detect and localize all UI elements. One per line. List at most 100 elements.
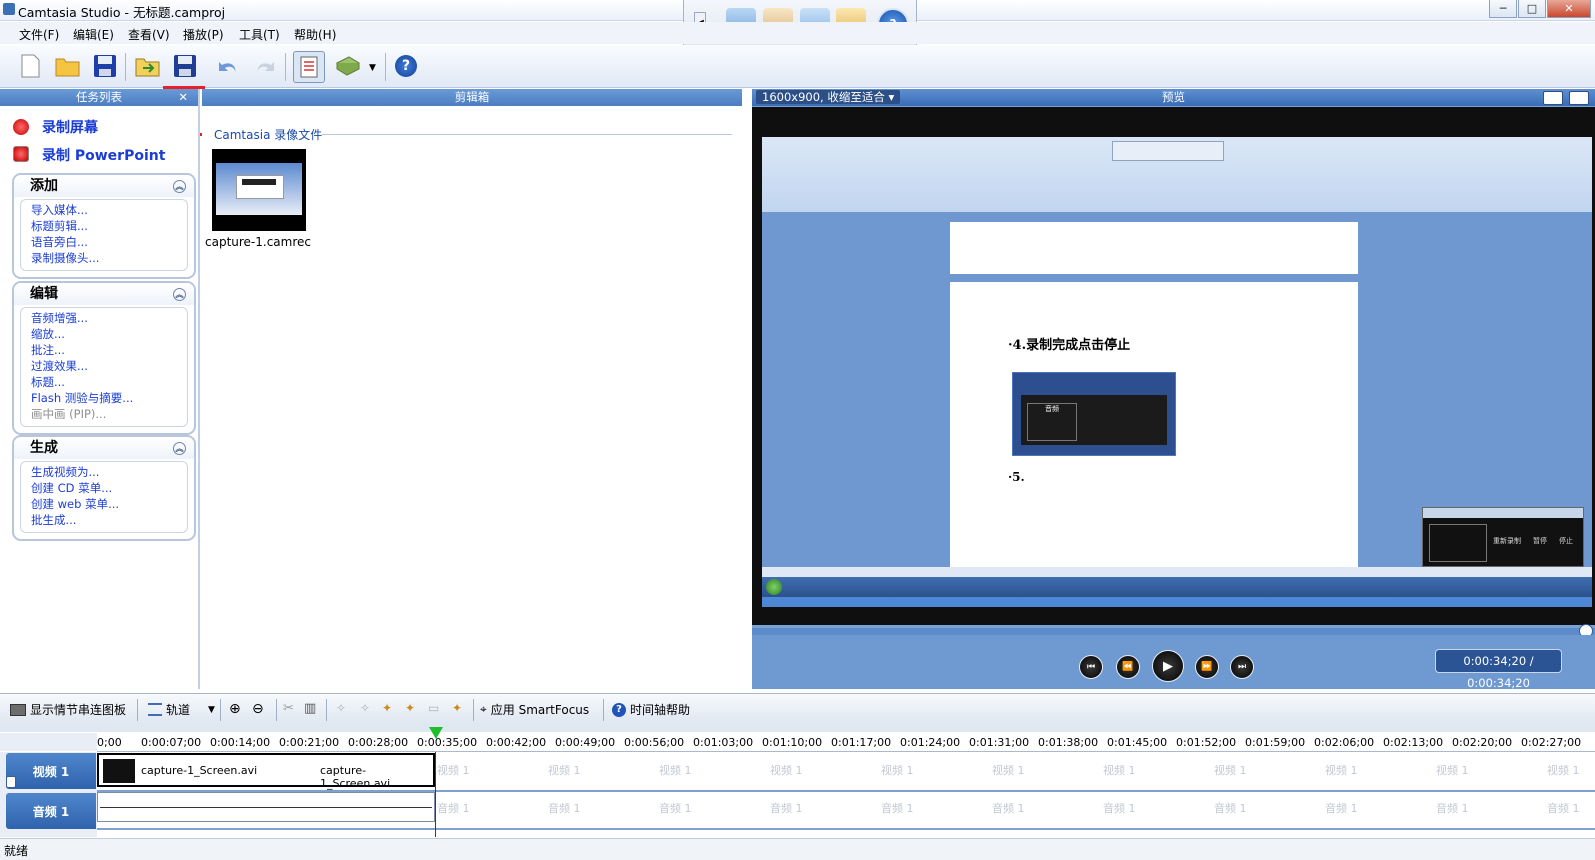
menu-view[interactable]: 查看(V) — [128, 26, 170, 43]
maximize-button[interactable]: □ — [1518, 0, 1546, 18]
preview-title: 预览 — [1162, 90, 1185, 104]
ruler-tick: 0:01:24;00 — [900, 736, 961, 749]
ruler-tick: 0:00:35;00 — [417, 736, 478, 749]
smartfocus-button[interactable]: ⌖ 应用 SmartFocus — [480, 701, 589, 718]
record-powerpoint-link[interactable]: 录制 PowerPoint — [42, 145, 165, 165]
new-icon[interactable] — [15, 51, 45, 81]
playhead-marker[interactable] — [429, 727, 443, 739]
import-media-link[interactable]: 导入媒体... — [31, 202, 187, 218]
edit-group-header[interactable]: 编辑 ︽ — [14, 283, 194, 305]
zoom-out-icon[interactable]: ⊖ — [252, 701, 264, 717]
video-track-label[interactable]: 视频 1 — [6, 753, 96, 789]
timeline-help-button[interactable]: ? 时间轴帮助 — [612, 701, 690, 718]
callout-tool-icon[interactable]: ✧ — [360, 701, 370, 715]
audio-track-label[interactable]: 音频 1 — [6, 793, 96, 829]
save-icon[interactable] — [90, 51, 120, 81]
fullscreen-icon[interactable] — [1569, 91, 1589, 105]
toolbar-separator — [473, 699, 474, 721]
menu-tools[interactable]: 工具(T) — [239, 26, 280, 43]
voice-narration-link[interactable]: 语音旁白... — [31, 234, 187, 250]
time-ruler[interactable]: 0;00 0:00:07;00 0:00:14;00 0:00:21;00 0:… — [97, 727, 1595, 752]
batch-produce-link[interactable]: 批生成... — [31, 512, 187, 528]
section-label: Camtasia 录像文件 — [214, 128, 323, 142]
dropdown-arrow-icon[interactable]: ▼ — [208, 705, 215, 715]
close-icon[interactable]: ✕ — [178, 89, 188, 106]
produce-group-header[interactable]: 生成 ︽ — [14, 437, 194, 459]
seek-bar[interactable] — [752, 624, 1595, 638]
toolbar-separator — [137, 699, 138, 721]
smartfocus-icon: ⌖ — [480, 702, 487, 716]
help-icon[interactable]: ? — [391, 51, 421, 81]
zoom-pan-icon[interactable]: ✦ — [382, 701, 392, 715]
collapse-icon[interactable]: ︽ — [173, 180, 186, 193]
menu-play[interactable]: 播放(P) — [183, 26, 224, 43]
quiz-icon[interactable]: ✦ — [452, 701, 462, 715]
record-screen-link[interactable]: 录制屏幕 — [42, 117, 98, 137]
doc-line-4: ·4.录制完成点击停止 — [1008, 338, 1131, 353]
produce-video-link[interactable]: 生成视频为... — [31, 464, 187, 480]
word-statusbar — [762, 567, 1592, 577]
undo-icon[interactable] — [213, 51, 243, 81]
transition-tool-icon[interactable]: ✦ — [405, 701, 415, 715]
ruler-tick: 0:01:38;00 — [1038, 736, 1099, 749]
rewind-icon[interactable]: ⏪ — [1116, 655, 1140, 679]
toolbar-separator — [326, 699, 327, 721]
clip-bin-icon[interactable] — [333, 51, 363, 81]
close-button[interactable]: ✕ — [1547, 0, 1591, 18]
zoom-in-icon[interactable]: ⊕ — [229, 701, 241, 717]
go-start-icon[interactable]: ⏮ — [1079, 655, 1103, 679]
create-cd-menu-link[interactable]: 创建 CD 菜单... — [31, 480, 187, 496]
go-end-icon[interactable]: ⏭ — [1230, 655, 1254, 679]
cut-icon[interactable]: ✂ — [283, 701, 294, 716]
menu-file[interactable]: 文件(F) — [19, 26, 59, 43]
fast-forward-icon[interactable]: ⏩ — [1195, 655, 1219, 679]
storyboard-button[interactable]: 显示情节串连图板 — [10, 701, 126, 718]
add-group: 添加 ︽ 导入媒体... 标题剪辑... 语音旁白... 录制摄像头... — [12, 173, 196, 279]
task-pane-title: 任务列表 — [76, 90, 122, 104]
create-web-menu-link[interactable]: 创建 web 菜单... — [31, 496, 187, 512]
title-clip-link[interactable]: 标题剪辑... — [31, 218, 187, 234]
callout-link[interactable]: 批注... — [31, 342, 187, 358]
zoom-link[interactable]: 缩放... — [31, 326, 187, 342]
collapse-icon[interactable]: ︽ — [173, 442, 186, 455]
record-camera-link[interactable]: 录制摄像头... — [31, 250, 187, 266]
add-group-header[interactable]: 添加 ︽ — [14, 175, 194, 197]
timeline-help-label: 时间轴帮助 — [630, 703, 691, 717]
taskbar — [762, 577, 1592, 597]
tracks-button[interactable]: 轨道 ▼ — [148, 701, 215, 718]
audio-enhance-link[interactable]: 音频增强... — [31, 310, 187, 326]
task-list-icon[interactable] — [293, 51, 325, 83]
clip-bin: 剪辑箱 Camtasia 录像文件 capture-1.camrec — [202, 89, 742, 689]
clip-thumbnail[interactable] — [212, 149, 306, 231]
menu-edit[interactable]: 编辑(E) — [73, 26, 114, 43]
ghost-label: 音频 1 — [1325, 802, 1358, 815]
flash-quiz-link[interactable]: Flash 测验与摘要... — [31, 390, 187, 406]
ruler-tick: 0:01:52;00 — [1176, 736, 1237, 749]
transition-link[interactable]: 过渡效果... — [31, 358, 187, 374]
split-icon[interactable]: ▥ — [304, 701, 316, 716]
import-icon[interactable] — [133, 51, 163, 81]
marker-icon[interactable]: ✧ — [336, 701, 346, 715]
ruler-tick: 0:00:49;00 — [555, 736, 616, 749]
ghost-label: 音频 1 — [992, 802, 1025, 815]
screenshot-icon[interactable] — [1543, 91, 1563, 105]
collapse-icon[interactable]: ︽ — [173, 288, 186, 301]
ruler-tick: 0:00:56;00 — [624, 736, 685, 749]
edit-group: 编辑 ︽ 音频增强... 缩放... 批注... 过渡效果... 标题... Fl… — [12, 281, 196, 435]
video-clip[interactable]: capture-1_Screen.avi capture-1_Screen.av… — [97, 753, 435, 790]
caption-icon[interactable]: ▭ — [428, 701, 439, 715]
play-icon[interactable]: ▶ — [1152, 650, 1184, 682]
ruler-tick: 0:01:17;00 — [831, 736, 892, 749]
open-folder-icon[interactable] — [53, 51, 83, 81]
dropdown-arrow-icon[interactable]: ▼ — [369, 63, 376, 73]
menu-help[interactable]: 帮助(H) — [294, 26, 336, 43]
redo-icon[interactable] — [250, 51, 280, 81]
lock-icon[interactable] — [6, 776, 16, 788]
minimize-button[interactable]: ─ — [1489, 0, 1517, 18]
track-labels: 视频 1 音频 1 — [0, 752, 97, 837]
title-link[interactable]: 标题... — [31, 374, 187, 390]
save-as-icon[interactable] — [170, 51, 200, 81]
audio-clip[interactable] — [97, 792, 435, 822]
size-select[interactable]: 1600x900, 收缩至适合 ▾ — [756, 90, 901, 104]
recorded-screen: ·4.录制完成点击停止 音频 ·5. 重新录制 暂停 停止 — [762, 137, 1592, 607]
